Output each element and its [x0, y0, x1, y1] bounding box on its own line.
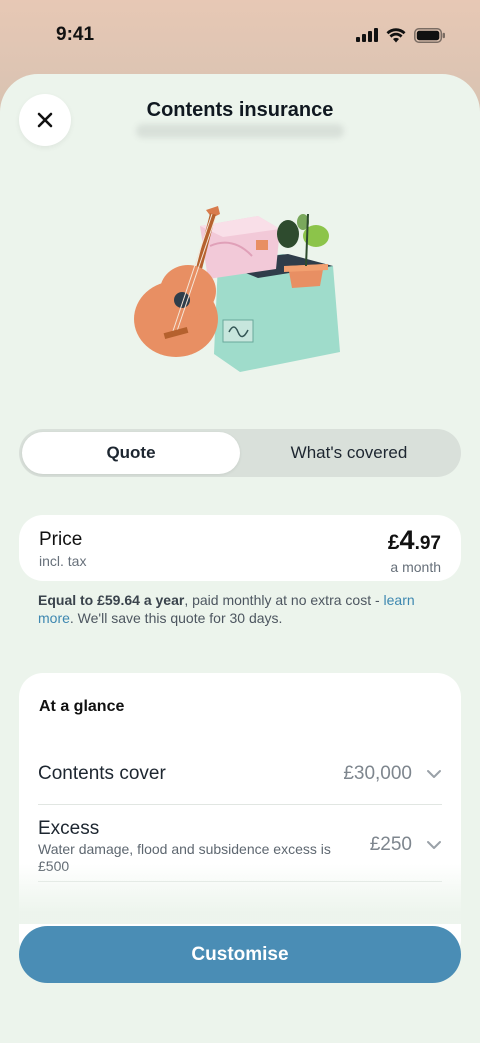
- status-bar: 9:41: [0, 0, 480, 78]
- price-label: Price: [39, 529, 83, 550]
- price-tax-note: incl. tax: [39, 553, 87, 569]
- contents-illustration: [134, 206, 340, 372]
- price-note-text-2: . We'll save this quote for 30 days.: [69, 610, 283, 626]
- signal-icon: [356, 28, 378, 42]
- contents-cover-row[interactable]: Contents cover £30,000: [38, 743, 442, 805]
- chevron-down-icon: [427, 770, 441, 778]
- customise-button[interactable]: Customise: [19, 926, 461, 983]
- price-pounds: 4: [399, 525, 415, 555]
- annual-price-text: Equal to £59.64 a year: [38, 592, 185, 608]
- status-icons: [356, 27, 446, 43]
- blurred-subtitle: [136, 124, 344, 138]
- price-period: a month: [390, 559, 441, 575]
- row-label: Excess: [38, 818, 100, 839]
- price-note-text: , paid monthly at no extra cost -: [184, 592, 384, 608]
- price-currency: £: [387, 531, 400, 554]
- price-pence: .97: [414, 533, 441, 554]
- battery-icon: [414, 27, 445, 43]
- row-value: £250: [369, 834, 412, 855]
- chevron-down-icon: [427, 841, 441, 849]
- wifi-icon: [386, 27, 406, 42]
- scroll-fade: [0, 864, 480, 924]
- tab-whats-covered[interactable]: What's covered: [240, 432, 458, 474]
- price-note: Equal to £59.64 a year, paid monthly at …: [38, 591, 448, 627]
- status-time: 9:41: [56, 24, 95, 45]
- quote-tab-switcher: Quote What's covered: [19, 429, 461, 477]
- quote-sheet: Contents insurance Quote What's covered …: [0, 74, 480, 1043]
- row-value: £30,000: [343, 763, 412, 784]
- price-amount: £ 4 .97: [388, 525, 441, 556]
- price-card: Price incl. tax £ 4 .97 a month: [19, 515, 461, 581]
- at-a-glance-title: At a glance: [39, 698, 125, 715]
- page-title: Contents insurance: [146, 99, 334, 121]
- row-label: Contents cover: [38, 763, 166, 784]
- tab-quote[interactable]: Quote: [22, 432, 240, 474]
